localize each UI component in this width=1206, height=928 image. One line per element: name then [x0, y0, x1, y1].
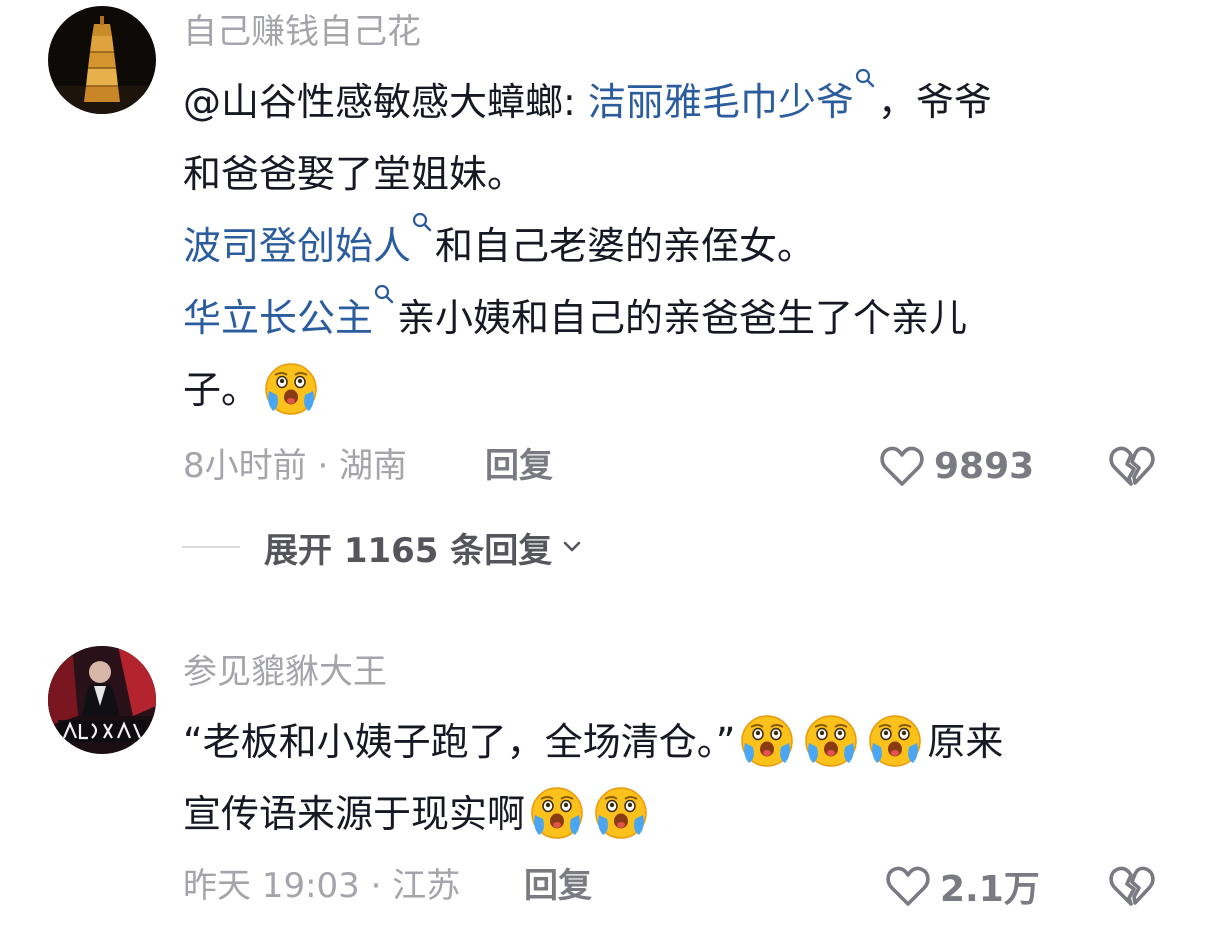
- search-link[interactable]: 洁丽雅毛巾少爷: [588, 80, 854, 124]
- crying-face-emoji: [739, 713, 795, 769]
- comment-text: ，爷爷: [877, 80, 992, 124]
- comment-body: @山谷性感敏感大蟑螂: 洁丽雅毛巾少爷 ，爷爷 和爸爸娶了堂姐妹。 波司登创始人和…: [183, 66, 1143, 426]
- comment-text: 和爸爸娶了堂姐妹。: [183, 152, 526, 196]
- comment-text: “老板和小姨子跑了，全场清仓。”: [183, 720, 736, 764]
- mention-text[interactable]: @山谷性感敏感大蟑螂:: [183, 80, 588, 124]
- comment-text: 子。: [183, 368, 260, 412]
- expand-replies-label: 展开 1165 条回复: [264, 530, 553, 571]
- heart-outline-icon: [884, 862, 932, 910]
- comment-timestamp-location: 8小时前 · 湖南: [183, 446, 408, 486]
- crying-face-emoji: [803, 713, 859, 769]
- comment-1: 自己赚钱自己花 @山谷性感敏感大蟑螂: 洁丽雅毛巾少爷 ，爷爷 和爸爸娶了堂姐妹。…: [0, 0, 1206, 600]
- broken-heart-icon: [1107, 862, 1157, 910]
- comment-timestamp-location: 昨天 19:03 · 江苏: [183, 866, 461, 906]
- dislike-button[interactable]: [1107, 862, 1157, 910]
- avatar-pagoda-image: [48, 6, 156, 114]
- comment-text: 和自己老婆的亲侄女。: [435, 224, 816, 268]
- avatar-poster-image: [48, 646, 156, 754]
- comment-body: “老板和小姨子跑了，全场清仓。” 原来 宣传语来源于现实啊: [183, 706, 1143, 850]
- comment-line: “老板和小姨子跑了，全场清仓。” 原来: [183, 706, 1143, 778]
- broken-heart-icon: [1107, 442, 1157, 490]
- comment-text: 宣传语来源于现实啊: [183, 792, 526, 836]
- comment-line: 波司登创始人 和自己老婆的亲侄女。: [183, 210, 1143, 282]
- comment-username[interactable]: 自己赚钱自己花: [183, 12, 421, 52]
- search-link[interactable]: 波司登创始人: [183, 224, 411, 268]
- crying-face-emoji: [263, 361, 319, 417]
- chevron-down-icon: [564, 541, 581, 552]
- comment-2: 参见貔貅大王 “老板和小姨子跑了，全场清仓。” 原来 宣传语来源于现实啊 昨天 1…: [0, 640, 1206, 928]
- like-count: 2.1万: [940, 869, 1040, 910]
- comment-line: 子。: [183, 354, 1143, 426]
- reply-button[interactable]: 回复: [524, 866, 592, 906]
- reply-button[interactable]: 回复: [485, 446, 553, 486]
- search-small-icon[interactable]: [411, 210, 433, 244]
- avatar[interactable]: [48, 6, 156, 114]
- dislike-button[interactable]: [1107, 442, 1157, 490]
- crying-face-emoji: [593, 785, 649, 841]
- expand-replies-button[interactable]: 展开 1165 条回复: [182, 525, 582, 571]
- comment-line: 华立长公主 亲小姨和自己的亲爸爸生了个亲儿: [183, 282, 1143, 354]
- crying-face-emoji: [529, 785, 585, 841]
- search-small-icon[interactable]: [854, 66, 876, 100]
- heart-outline-icon: [878, 442, 926, 490]
- comment-text: 原来: [927, 720, 1004, 764]
- comment-line: @山谷性感敏感大蟑螂: 洁丽雅毛巾少爷 ，爷爷: [183, 66, 1143, 138]
- search-link[interactable]: 华立长公主: [183, 296, 373, 340]
- comment-text: 亲小姨和自己的亲爸爸生了个亲儿: [397, 296, 968, 340]
- divider: [182, 546, 240, 548]
- avatar[interactable]: [48, 646, 156, 754]
- comment-username[interactable]: 参见貔貅大王: [183, 652, 387, 692]
- like-button[interactable]: 2.1万: [884, 862, 1040, 910]
- search-small-icon[interactable]: [373, 282, 395, 316]
- comment-line: 和爸爸娶了堂姐妹。: [183, 138, 1143, 210]
- like-count: 9893: [934, 445, 1035, 487]
- like-button[interactable]: 9893: [878, 442, 1034, 490]
- comment-line: 宣传语来源于现实啊: [183, 778, 1143, 850]
- crying-face-emoji: [867, 713, 923, 769]
